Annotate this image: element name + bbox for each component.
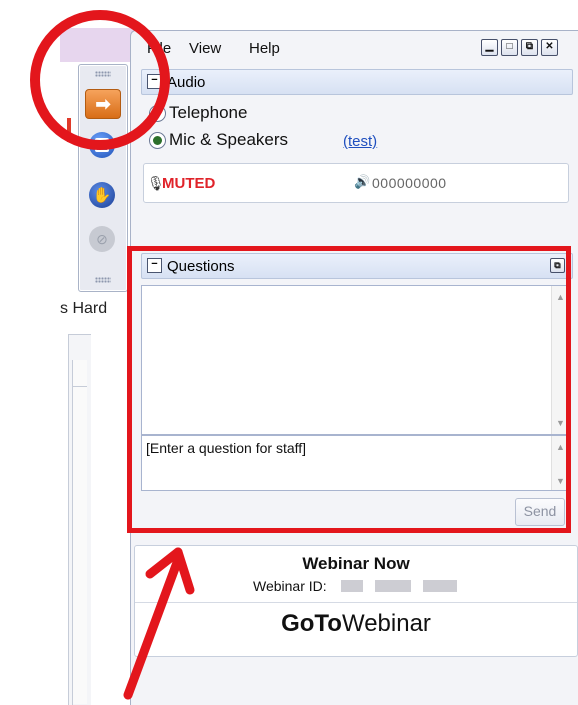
annotation-arrow bbox=[123, 547, 195, 700]
